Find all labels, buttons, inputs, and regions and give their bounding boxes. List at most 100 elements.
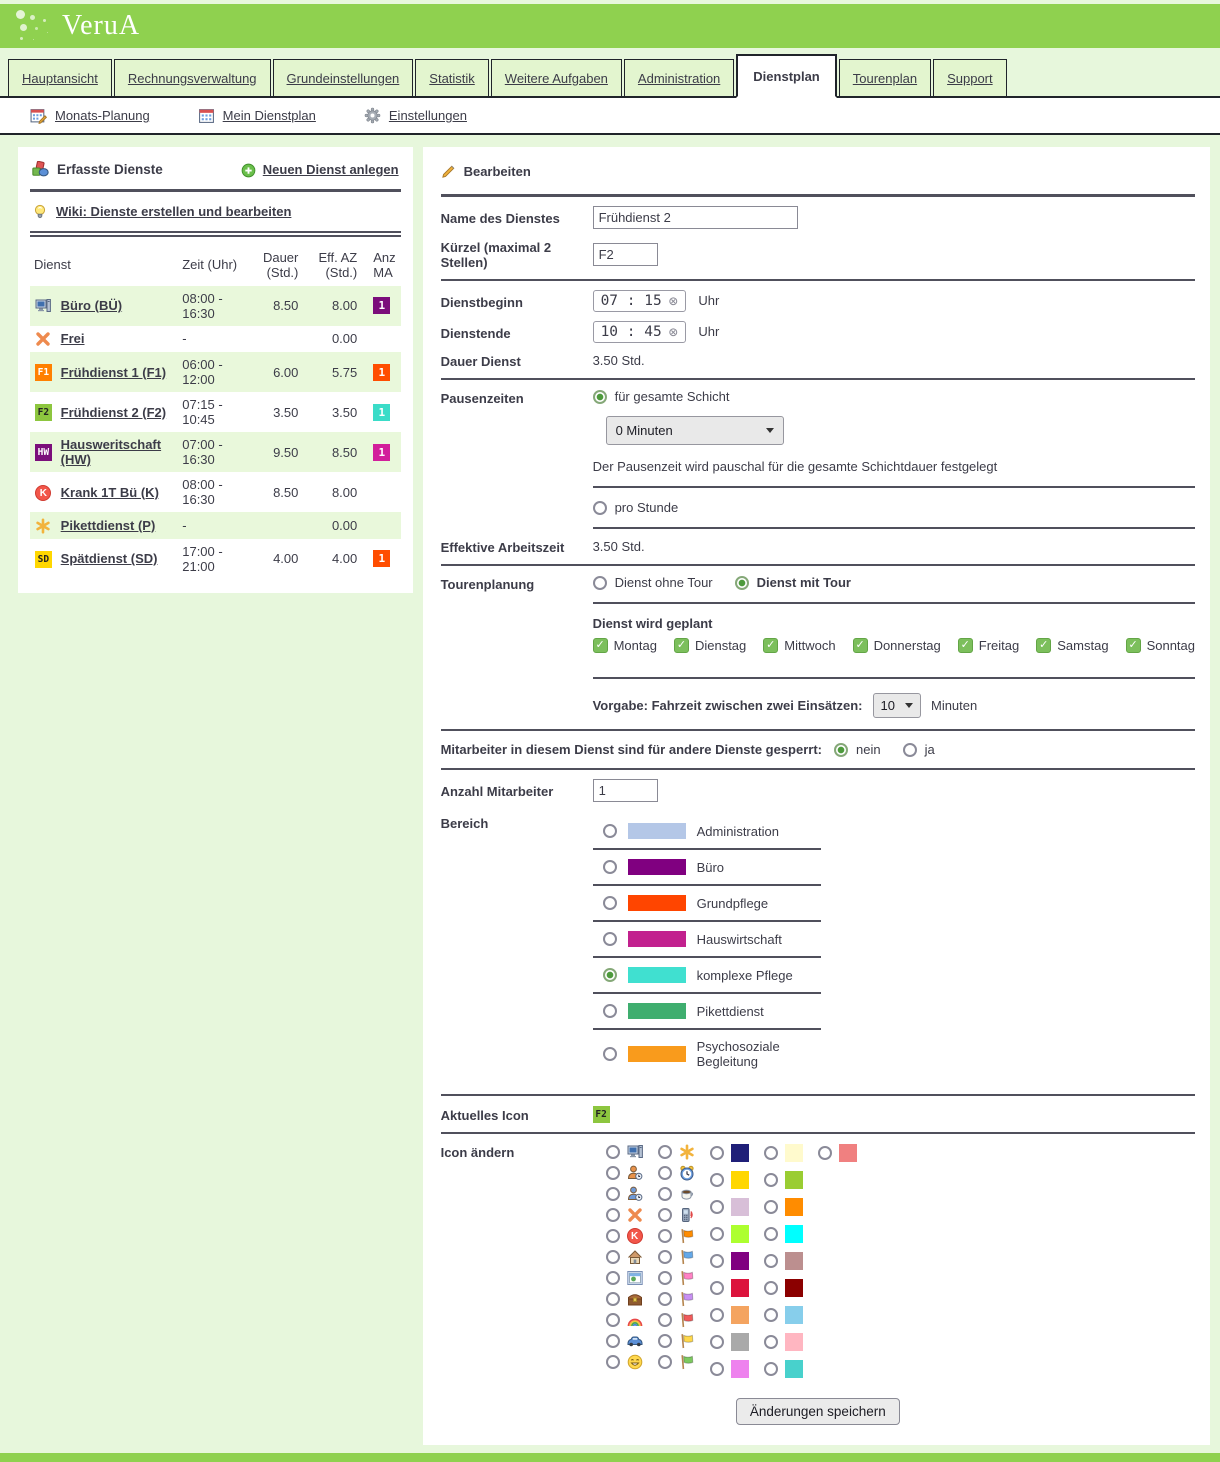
service-link[interactable]: Büro (BÜ) xyxy=(61,298,122,313)
save-button[interactable]: Änderungen speichern xyxy=(736,1398,900,1425)
checked-checkbox[interactable]: ✓ xyxy=(958,638,973,653)
color-option-radio[interactable] xyxy=(764,1362,778,1376)
tab-tourenplan[interactable]: Tourenplan xyxy=(839,59,931,96)
icon-option-radio[interactable] xyxy=(606,1313,620,1327)
edit-panel: Bearbeiten Name des Dienstes Kürzel (max… xyxy=(423,147,1210,1445)
color-option-radio[interactable] xyxy=(710,1227,724,1241)
icon-option-radio[interactable] xyxy=(658,1355,672,1369)
color-option-radio[interactable] xyxy=(710,1362,724,1376)
color-option-radio[interactable] xyxy=(764,1227,778,1241)
icon-option-radio[interactable] xyxy=(658,1250,672,1264)
service-name-input[interactable] xyxy=(593,206,798,229)
bereich-label: Administration xyxy=(697,824,779,839)
table-cell: 0.00 xyxy=(302,326,361,353)
color-option-radio[interactable] xyxy=(710,1254,724,1268)
dienst-mit-tour-radio[interactable] xyxy=(735,576,749,590)
icon-option-radio[interactable] xyxy=(658,1229,672,1243)
icon-option-radio[interactable] xyxy=(658,1166,672,1180)
clear-time-icon[interactable]: ⊗ xyxy=(669,294,678,309)
gesperrt-nein-radio[interactable] xyxy=(834,743,848,757)
checked-checkbox[interactable]: ✓ xyxy=(1036,638,1051,653)
service-link[interactable]: Frei xyxy=(61,331,85,346)
color-option-radio[interactable] xyxy=(764,1146,778,1160)
icon-option-radio[interactable] xyxy=(606,1292,620,1306)
icon-option-radio[interactable] xyxy=(658,1271,672,1285)
subnav-item-mein-dienstplan[interactable]: Mein Dienstplan xyxy=(198,107,316,124)
color-option-radio[interactable] xyxy=(818,1146,832,1160)
icon-option-radio[interactable] xyxy=(606,1334,620,1348)
clear-time-icon[interactable]: ⊗ xyxy=(669,325,678,340)
checked-checkbox[interactable]: ✓ xyxy=(674,638,689,653)
bereich-radio[interactable] xyxy=(603,968,617,982)
icon-option-radio[interactable] xyxy=(606,1271,620,1285)
icon-option-radio[interactable] xyxy=(658,1145,672,1159)
tab-rechnungsverwaltung[interactable]: Rechnungsverwaltung xyxy=(114,59,271,96)
dienstende-time-input[interactable]: 10 : 45 ⊗ xyxy=(593,321,686,343)
dienst-ohne-tour-radio[interactable] xyxy=(593,576,607,590)
current-service-icon: F2 xyxy=(593,1106,610,1123)
color-option-radio[interactable] xyxy=(710,1335,724,1349)
tab-weitere-aufgaben[interactable]: Weitere Aufgaben xyxy=(491,59,622,96)
icon-option-radio[interactable] xyxy=(658,1187,672,1201)
icon-option-radio[interactable] xyxy=(606,1166,620,1180)
bereich-radio[interactable] xyxy=(603,860,617,874)
tab-administration[interactable]: Administration xyxy=(624,59,734,96)
subnav-item-monats-planung[interactable]: Monats-Planung xyxy=(30,107,150,124)
bereich-radio[interactable] xyxy=(603,932,617,946)
color-option-radio[interactable] xyxy=(710,1173,724,1187)
pause-schicht-radio[interactable] xyxy=(593,390,607,404)
icon-option-radio[interactable] xyxy=(606,1187,620,1201)
bereich-radio[interactable] xyxy=(603,1004,617,1018)
icon-option-radio[interactable] xyxy=(658,1292,672,1306)
wiki-link[interactable]: Wiki: Dienste erstellen und bearbeiten xyxy=(30,201,401,222)
checked-checkbox[interactable]: ✓ xyxy=(593,638,608,653)
color-option-radio[interactable] xyxy=(710,1308,724,1322)
color-option-radio[interactable] xyxy=(764,1308,778,1322)
anzahl-mitarbeiter-input[interactable] xyxy=(593,779,658,802)
tab-dienstplan[interactable]: Dienstplan xyxy=(736,54,836,98)
checked-checkbox[interactable]: ✓ xyxy=(763,638,778,653)
icon-option-radio[interactable] xyxy=(606,1208,620,1222)
bereich-radio[interactable] xyxy=(603,896,617,910)
checked-checkbox[interactable]: ✓ xyxy=(853,638,868,653)
bereich-label: Bereich xyxy=(441,814,593,831)
color-option-radio[interactable] xyxy=(710,1281,724,1295)
dienstbeginn-time-input[interactable]: 07 : 15 ⊗ xyxy=(593,290,686,312)
service-link[interactable]: Pikettdienst (P) xyxy=(61,518,156,533)
subnav-item-einstellungen[interactable]: Einstellungen xyxy=(364,107,467,124)
bereich-radio[interactable] xyxy=(603,1047,617,1061)
checked-checkbox[interactable]: ✓ xyxy=(1126,638,1141,653)
color-option-radio[interactable] xyxy=(710,1146,724,1160)
icon-option-radio[interactable] xyxy=(606,1250,620,1264)
icon-option xyxy=(606,1164,643,1181)
color-option-radio[interactable] xyxy=(764,1281,778,1295)
tab-hauptansicht[interactable]: Hauptansicht xyxy=(8,59,112,96)
fahrzeit-select[interactable]: 10 xyxy=(873,693,921,718)
pause-stunde-radio[interactable] xyxy=(593,501,607,515)
service-link[interactable]: Frühdienst 2 (F2) xyxy=(61,405,166,420)
tab-statistik[interactable]: Statistik xyxy=(415,59,489,96)
pause-minutes-select[interactable]: 0 Minuten xyxy=(606,416,784,445)
icon-option-radio[interactable] xyxy=(606,1355,620,1369)
icon-option-radio[interactable] xyxy=(606,1229,620,1243)
color-option-radio[interactable] xyxy=(764,1173,778,1187)
service-link[interactable]: Spätdienst (SD) xyxy=(61,551,158,566)
icon-option-radio[interactable] xyxy=(606,1145,620,1159)
bereich-radio[interactable] xyxy=(603,824,617,838)
color-option-radio[interactable] xyxy=(710,1200,724,1214)
color-option-radio[interactable] xyxy=(764,1200,778,1214)
kuerzel-input[interactable] xyxy=(593,243,658,266)
tab-support[interactable]: Support xyxy=(933,59,1007,96)
new-service-link[interactable]: Neuen Dienst anlegen xyxy=(241,162,399,178)
service-link[interactable]: Krank 1T Bü (K) xyxy=(61,485,159,500)
icon-option-radio[interactable] xyxy=(658,1334,672,1348)
icon-option-radio[interactable] xyxy=(658,1208,672,1222)
color-option-radio[interactable] xyxy=(764,1335,778,1349)
icon-option-radio[interactable] xyxy=(658,1313,672,1327)
tab-grundeinstellungen[interactable]: Grundeinstellungen xyxy=(273,59,414,96)
service-link[interactable]: Frühdienst 1 (F1) xyxy=(61,365,166,380)
color-swatch xyxy=(731,1360,749,1378)
service-link[interactable]: Hausweritschaft (HW) xyxy=(61,437,161,467)
gesperrt-ja-radio[interactable] xyxy=(903,743,917,757)
color-option-radio[interactable] xyxy=(764,1254,778,1268)
